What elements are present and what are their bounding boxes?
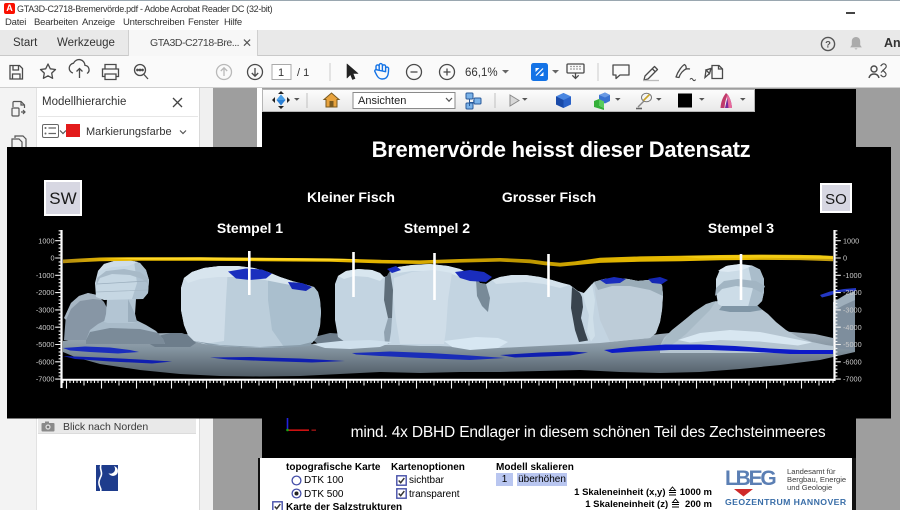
svg-text:-7000: -7000: [843, 375, 862, 384]
svg-text:0: 0: [843, 254, 847, 263]
svg-text:Kleiner Fisch: Kleiner Fisch: [307, 189, 395, 205]
svg-text:0: 0: [50, 254, 54, 263]
svg-text:Ansichten: Ansichten: [358, 95, 406, 107]
svg-text:-4000: -4000: [36, 323, 55, 332]
svg-text:Bremervörde heisst dieser Date: Bremervörde heisst dieser Datensatz: [372, 137, 751, 162]
svg-text:mind. 4x DBHD Endlager in dies: mind. 4x DBHD Endlager in diesem schönen…: [351, 424, 826, 441]
svg-text:1000: 1000: [843, 236, 859, 245]
svg-text:Stempel 1: Stempel 1: [217, 220, 283, 236]
svg-text:-1000: -1000: [843, 271, 862, 280]
svg-text:GEOZENTRUM HANNOVER: GEOZENTRUM HANNOVER: [725, 497, 847, 507]
svg-text:-3000: -3000: [843, 306, 862, 315]
svg-text:-3000: -3000: [36, 306, 55, 315]
svg-text:und Geologie: und Geologie: [787, 483, 832, 492]
svg-text:-5000: -5000: [843, 340, 862, 349]
svg-text:LBEG: LBEG: [725, 467, 776, 490]
svg-text:SO: SO: [825, 191, 847, 208]
svg-text:Grosser Fisch: Grosser Fisch: [502, 189, 596, 205]
svg-text:-2000: -2000: [843, 288, 862, 297]
svg-text:-4000: -4000: [843, 323, 862, 332]
svg-text:-1000: -1000: [36, 271, 55, 280]
svg-text:-7000: -7000: [36, 375, 55, 384]
svg-text:Stempel 2: Stempel 2: [404, 220, 470, 236]
svg-text:-5000: -5000: [36, 340, 55, 349]
svg-text:Stempel 3: Stempel 3: [708, 220, 774, 236]
svg-text:SW: SW: [49, 189, 76, 208]
svg-text:-2000: -2000: [36, 288, 55, 297]
svg-text:1000: 1000: [38, 236, 54, 245]
svg-text:-6000: -6000: [36, 357, 55, 366]
svg-text:-6000: -6000: [843, 357, 862, 366]
